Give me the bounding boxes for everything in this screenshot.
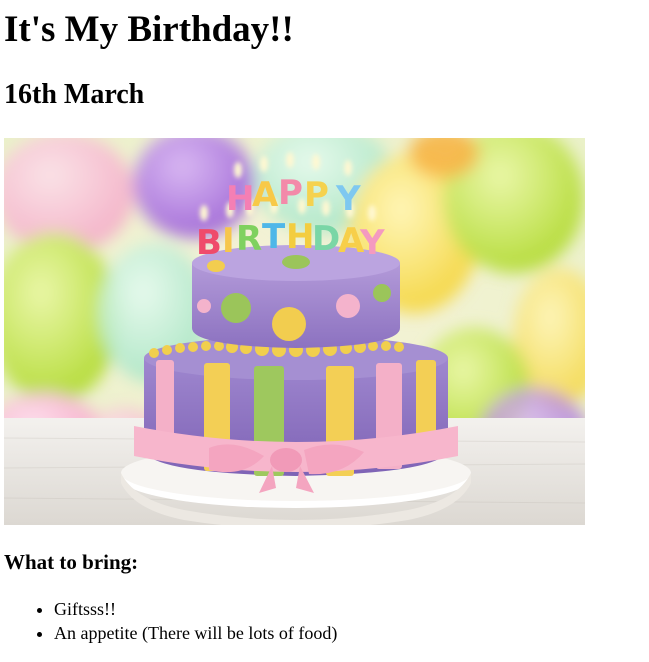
list-item: An appetite (There will be lots of food) bbox=[54, 621, 337, 645]
svg-text:A: A bbox=[252, 175, 279, 215]
svg-text:D: D bbox=[312, 219, 340, 259]
page-title: It's My Birthday!! bbox=[4, 9, 294, 50]
svg-text:P: P bbox=[304, 175, 329, 215]
bring-list: Giftsss!! An appetite (There will be lot… bbox=[14, 597, 337, 645]
list-item: Giftsss!! bbox=[54, 597, 337, 621]
svg-text:P: P bbox=[278, 173, 303, 213]
svg-text:H: H bbox=[226, 179, 254, 219]
party-date: 16th March bbox=[4, 79, 145, 110]
svg-text:I: I bbox=[222, 221, 235, 261]
section-title: What to bring: bbox=[4, 550, 139, 574]
svg-text:R: R bbox=[236, 219, 262, 259]
svg-text:H: H bbox=[286, 217, 314, 257]
birthday-cake-image: H A P P Y B I R T H D A Y bbox=[4, 138, 585, 525]
page: It's My Birthday!! 16th March H A P P Y … bbox=[0, 0, 649, 643]
svg-text:Y: Y bbox=[335, 179, 361, 219]
svg-text:T: T bbox=[262, 217, 286, 257]
svg-text:Y: Y bbox=[359, 223, 385, 263]
svg-text:B: B bbox=[196, 223, 222, 263]
